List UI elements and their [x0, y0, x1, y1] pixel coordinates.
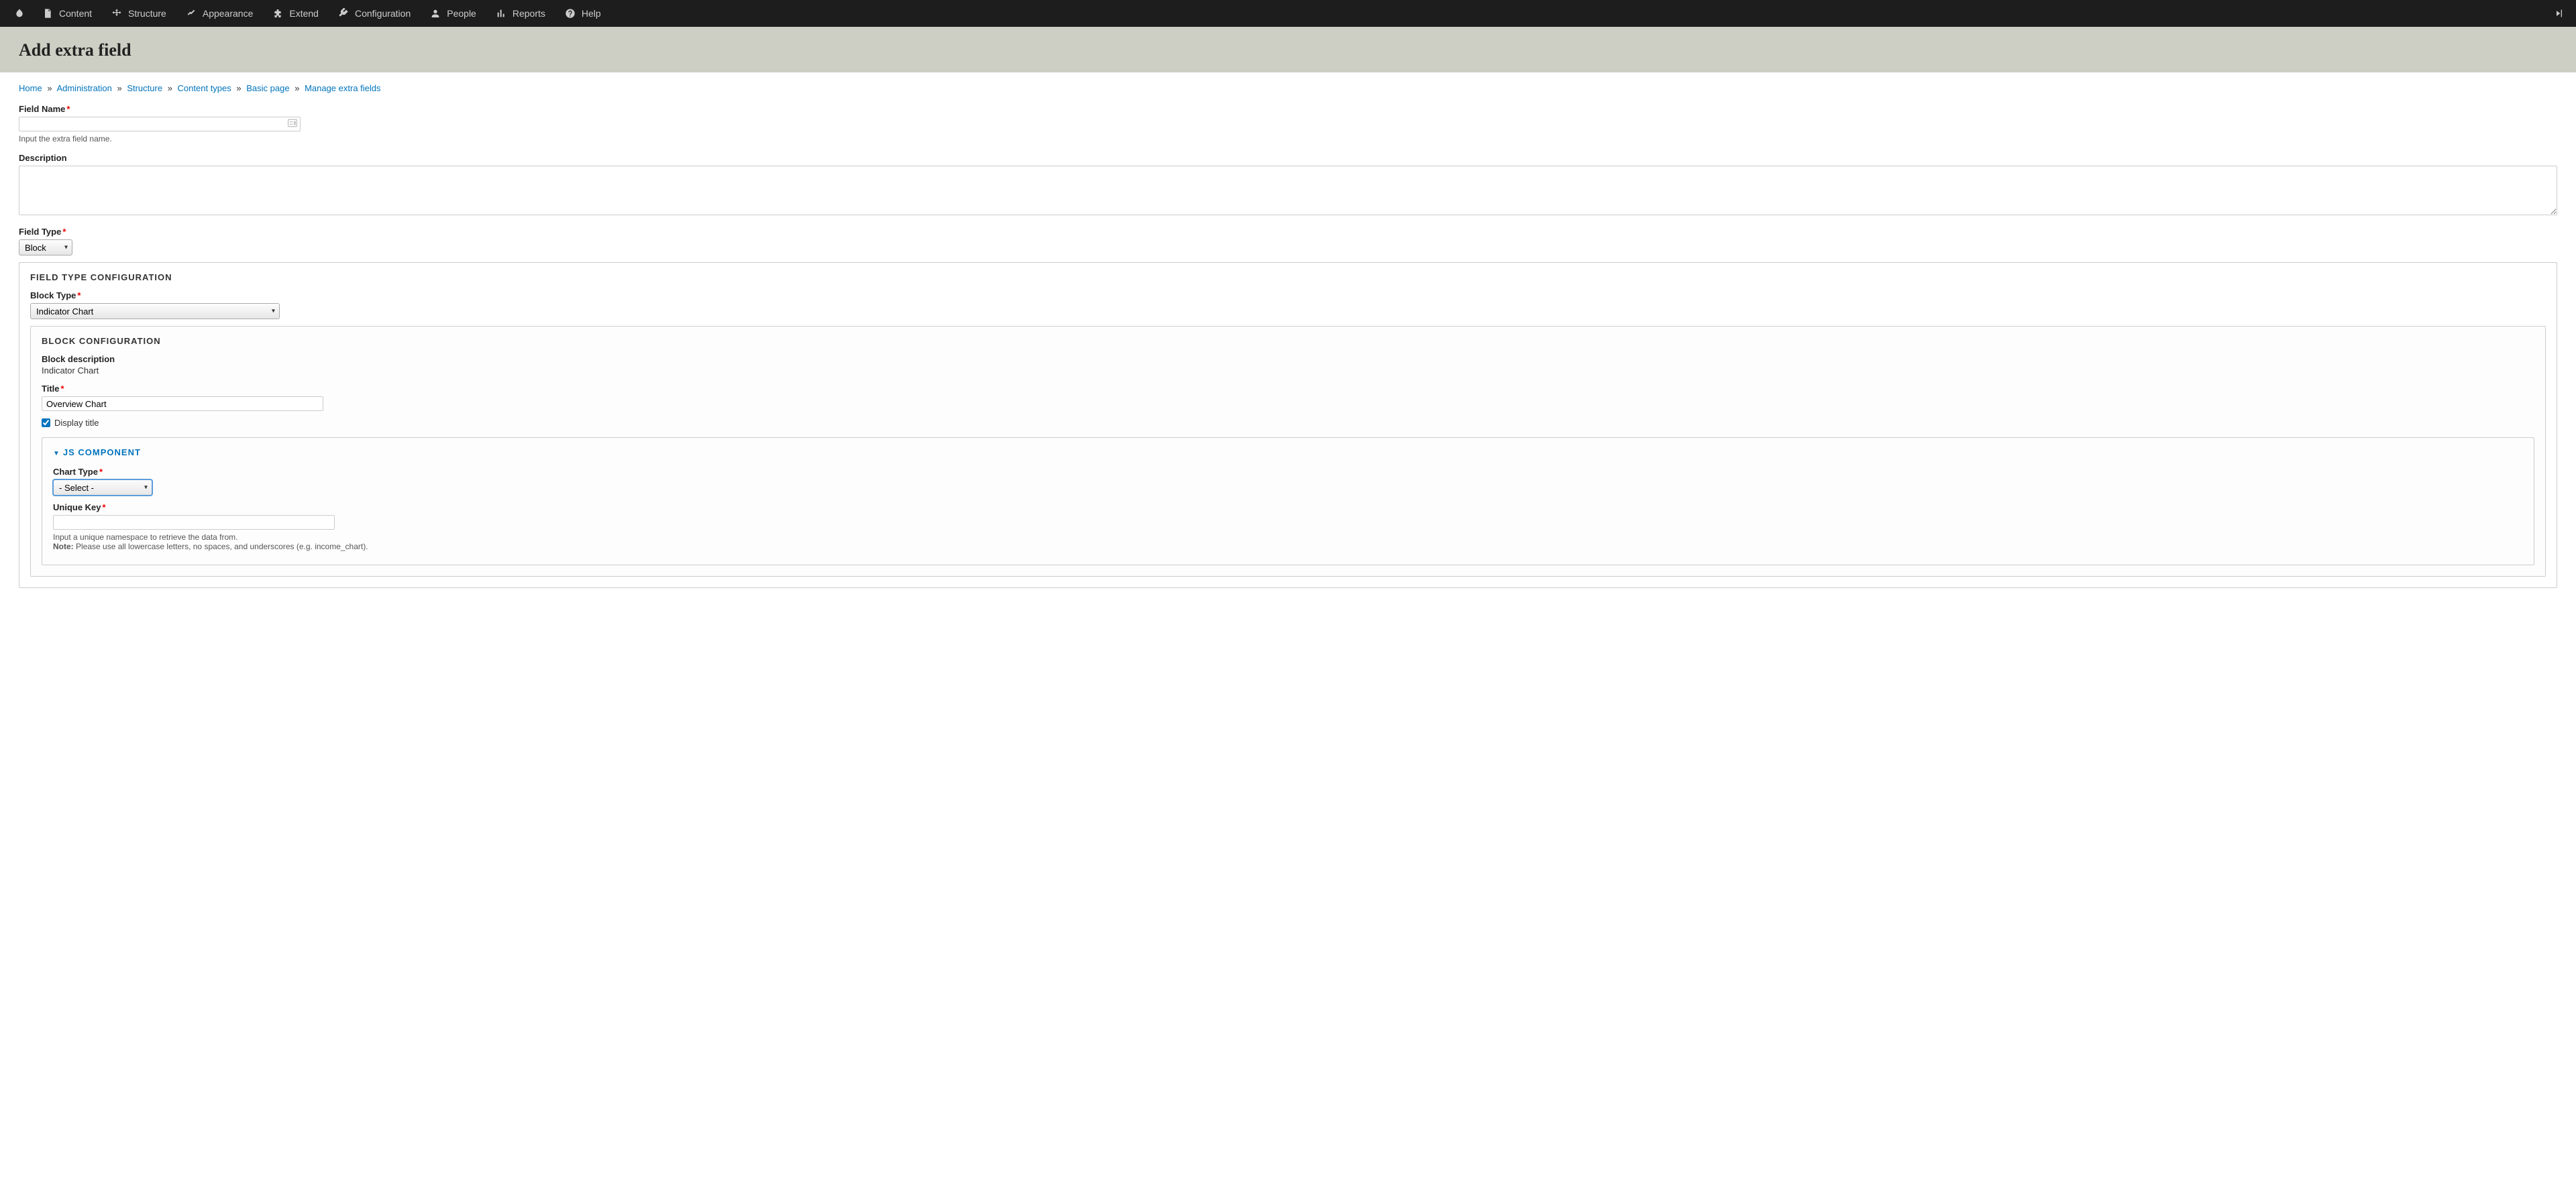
configuration-icon	[337, 7, 350, 19]
breadcrumb-sep: »	[117, 83, 121, 93]
required-mark: *	[62, 227, 66, 237]
breadcrumb-admin[interactable]: Administration	[56, 83, 111, 93]
js-component-legend[interactable]: ▼JS COMPONENT	[53, 447, 2523, 457]
required-mark: *	[66, 104, 70, 114]
field-type-config-legend: FIELD TYPE CONFIGURATION	[30, 272, 2546, 282]
chart-type-select[interactable]: - Select -	[53, 479, 152, 496]
breadcrumb-content-types[interactable]: Content types	[178, 83, 231, 93]
page-header: Add extra field	[0, 27, 2576, 72]
required-mark: *	[99, 467, 103, 477]
toolbar-help[interactable]: Help	[556, 0, 609, 27]
toolbar-people-label: People	[447, 8, 476, 19]
structure-icon	[111, 7, 123, 19]
toolbar-appearance[interactable]: Appearance	[177, 0, 262, 27]
required-mark: *	[103, 502, 106, 512]
people-icon	[429, 7, 441, 19]
breadcrumb: Home » Administration » Structure » Cont…	[19, 83, 2557, 93]
toolbar-extend[interactable]: Extend	[264, 0, 327, 27]
toolbar-structure[interactable]: Structure	[103, 0, 174, 27]
block-desc-label: Block description	[42, 354, 2534, 364]
js-component-fieldset: ▼JS COMPONENT Chart Type* - Select -	[42, 437, 2534, 565]
extend-icon	[272, 7, 284, 19]
page-title: Add extra field	[19, 40, 2557, 60]
form-area: Field Name* Input the extra field name. …	[0, 99, 2576, 607]
toolbar-reports-label: Reports	[513, 8, 545, 19]
breadcrumb-sep: »	[236, 83, 241, 93]
field-type-select[interactable]: Block	[19, 239, 72, 255]
toolbar-reports[interactable]: Reports	[487, 0, 553, 27]
block-config-fieldset: BLOCK CONFIGURATION Block description In…	[30, 326, 2546, 577]
unique-key-note: Note: Please use all lowercase letters, …	[53, 542, 2523, 551]
autocomplete-icon	[288, 119, 297, 129]
toolbar-configuration[interactable]: Configuration	[329, 0, 419, 27]
unique-key-item: Unique Key* Input a unique namespace to …	[53, 502, 2523, 551]
field-type-label: Field Type*	[19, 227, 2557, 237]
breadcrumb-basic-page[interactable]: Basic page	[246, 83, 289, 93]
unique-key-input[interactable]	[53, 515, 335, 530]
help-icon	[564, 7, 576, 19]
breadcrumb-structure[interactable]: Structure	[127, 83, 162, 93]
block-config-legend: BLOCK CONFIGURATION	[42, 336, 2534, 346]
toolbar-configuration-label: Configuration	[355, 8, 411, 19]
block-title-item: Title*	[42, 384, 2534, 411]
chart-type-item: Chart Type* - Select -	[53, 467, 2523, 496]
admin-toolbar: Content Structure Appearance Extend Conf…	[0, 0, 2576, 27]
field-type-config-fieldset: FIELD TYPE CONFIGURATION Block Type* Ind…	[19, 262, 2557, 588]
toolbar-home[interactable]	[8, 0, 31, 27]
field-name-item: Field Name* Input the extra field name.	[19, 104, 2557, 144]
block-title-input[interactable]	[42, 396, 323, 411]
block-type-item: Block Type* Indicator Chart	[30, 290, 2546, 319]
required-mark: *	[77, 290, 80, 300]
field-type-item: Field Type* Block	[19, 227, 2557, 255]
toolbar-extend-label: Extend	[289, 8, 319, 19]
breadcrumb-wrap: Home » Administration » Structure » Cont…	[0, 72, 2576, 99]
description-label: Description	[19, 153, 2557, 163]
toolbar-structure-label: Structure	[128, 8, 166, 19]
breadcrumb-sep: »	[294, 83, 299, 93]
toolbar-collapse[interactable]	[2551, 0, 2568, 27]
appearance-icon	[185, 7, 197, 19]
unique-key-label: Unique Key*	[53, 502, 2523, 512]
toolbar-content[interactable]: Content	[34, 0, 100, 27]
field-name-label: Field Name*	[19, 104, 2557, 114]
chevron-down-icon: ▼	[53, 450, 60, 457]
toolbar-people[interactable]: People	[421, 0, 484, 27]
toolbar-help-label: Help	[582, 8, 601, 19]
block-type-select[interactable]: Indicator Chart	[30, 303, 280, 319]
toolbar-appearance-label: Appearance	[203, 8, 254, 19]
reports-icon	[495, 7, 507, 19]
unique-key-description: Input a unique namespace to retrieve the…	[53, 532, 2523, 542]
content-icon	[42, 7, 54, 19]
block-type-label: Block Type*	[30, 290, 2546, 300]
block-desc-item: Block description Indicator Chart	[42, 354, 2534, 376]
required-mark: *	[61, 384, 64, 394]
collapse-icon	[2553, 7, 2565, 19]
display-title-label[interactable]: Display title	[54, 418, 99, 428]
breadcrumb-sep: »	[168, 83, 172, 93]
block-desc-value: Indicator Chart	[42, 365, 2534, 376]
field-name-input[interactable]	[19, 117, 301, 131]
toolbar-content-label: Content	[59, 8, 92, 19]
field-name-description: Input the extra field name.	[19, 134, 2557, 144]
toolbar-right	[2551, 0, 2568, 27]
breadcrumb-sep: »	[47, 83, 52, 93]
description-textarea[interactable]	[19, 166, 2557, 215]
drupal-icon	[13, 7, 25, 19]
breadcrumb-manage-extra[interactable]: Manage extra fields	[305, 83, 380, 93]
block-title-label: Title*	[42, 384, 2534, 394]
display-title-item: Display title	[42, 418, 2534, 428]
breadcrumb-home[interactable]: Home	[19, 83, 42, 93]
display-title-checkbox[interactable]	[42, 418, 50, 427]
chart-type-label: Chart Type*	[53, 467, 2523, 477]
description-item: Description	[19, 153, 2557, 217]
toolbar-left: Content Structure Appearance Extend Conf…	[8, 0, 609, 27]
